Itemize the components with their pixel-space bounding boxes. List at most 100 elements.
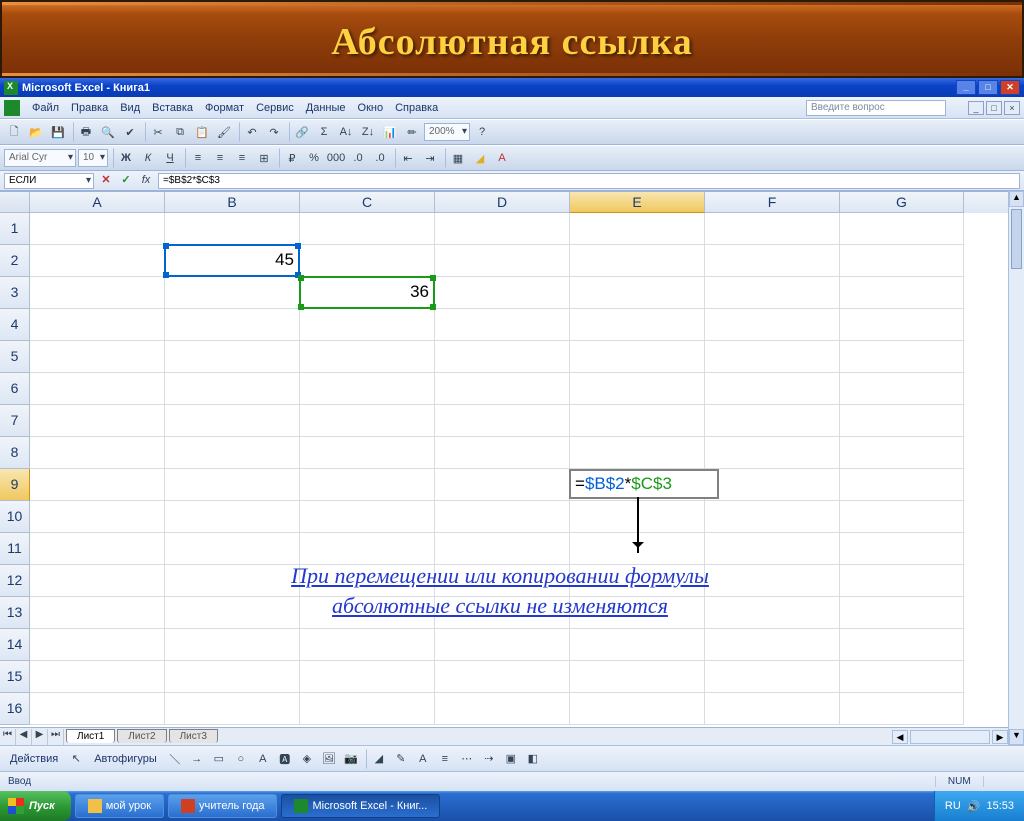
cell[interactable] [435, 245, 570, 277]
cell[interactable] [705, 213, 840, 245]
cell[interactable] [435, 501, 570, 533]
cell[interactable] [570, 437, 705, 469]
picture-icon[interactable]: 📷 [341, 749, 361, 769]
cell[interactable] [300, 309, 435, 341]
cell[interactable] [300, 405, 435, 437]
dec-indent-icon[interactable]: ⇤ [398, 148, 418, 168]
pointer-icon[interactable]: ↖ [66, 749, 86, 769]
child-close-icon[interactable]: × [1004, 101, 1020, 115]
cell[interactable] [30, 341, 165, 373]
tray-volume-icon[interactable]: 🔊 [967, 800, 981, 813]
cell[interactable]: 36 [300, 277, 435, 309]
row-header[interactable]: 10 [0, 501, 30, 533]
cell[interactable] [165, 373, 300, 405]
dash-style-icon[interactable]: ⋯ [457, 749, 477, 769]
dec-decimal-icon[interactable]: .0 [370, 148, 390, 168]
cell[interactable] [30, 277, 165, 309]
help-icon[interactable]: ? [472, 122, 492, 142]
new-icon[interactable]: 🗋 [4, 122, 24, 142]
chart-icon[interactable]: 📊 [380, 122, 400, 142]
zoom-select[interactable]: 200% [424, 123, 470, 141]
paste-icon[interactable]: 📋 [192, 122, 212, 142]
cell[interactable] [570, 373, 705, 405]
cell[interactable] [165, 437, 300, 469]
cell[interactable] [705, 245, 840, 277]
cell[interactable] [30, 213, 165, 245]
tabnav-next-icon[interactable]: ▶ [32, 729, 48, 745]
shadow-icon[interactable]: ▣ [501, 749, 521, 769]
sort-desc-icon[interactable]: Z↓ [358, 122, 378, 142]
cell[interactable] [30, 629, 165, 661]
child-restore-icon[interactable]: □ [986, 101, 1002, 115]
cell[interactable] [30, 693, 165, 725]
cell[interactable] [570, 341, 705, 373]
cell[interactable] [840, 501, 964, 533]
bold-icon[interactable]: Ж [116, 148, 136, 168]
row-header[interactable]: 15 [0, 661, 30, 693]
fill-color-icon[interactable]: ◢ [470, 148, 490, 168]
borders-icon[interactable]: ▦ [448, 148, 468, 168]
cell[interactable] [705, 437, 840, 469]
cell[interactable]: 45 [165, 245, 300, 277]
cell[interactable] [165, 213, 300, 245]
taskbar-item-ppt[interactable]: учитель года [168, 794, 277, 818]
cell[interactable] [840, 341, 964, 373]
close-button[interactable]: ✕ [1000, 80, 1020, 95]
3d-icon[interactable]: ◧ [523, 749, 543, 769]
cell[interactable] [840, 245, 964, 277]
select-all-corner[interactable] [0, 192, 30, 213]
align-right-icon[interactable]: ≡ [232, 148, 252, 168]
cell[interactable] [435, 661, 570, 693]
autosum-icon[interactable]: Σ [314, 122, 334, 142]
cell[interactable] [165, 469, 300, 501]
editing-cell[interactable]: =$B$2*$C$3 [569, 469, 719, 499]
row-header[interactable]: 12 [0, 565, 30, 597]
clipart-icon[interactable]: 🖼 [319, 749, 339, 769]
merge-icon[interactable]: ⊞ [254, 148, 274, 168]
cell[interactable] [570, 309, 705, 341]
row-header[interactable]: 8 [0, 437, 30, 469]
textbox-icon[interactable]: A [253, 749, 273, 769]
cell[interactable] [435, 373, 570, 405]
wordart-icon[interactable]: 🅰 [275, 749, 295, 769]
row-header[interactable]: 14 [0, 629, 30, 661]
cell[interactable] [840, 373, 964, 405]
cell[interactable] [165, 693, 300, 725]
cell[interactable] [570, 245, 705, 277]
cell[interactable] [705, 661, 840, 693]
fx-icon[interactable]: fx [138, 173, 154, 189]
scroll-thumb[interactable] [1011, 209, 1022, 269]
italic-icon[interactable]: К [138, 148, 158, 168]
cell[interactable] [435, 629, 570, 661]
cell[interactable] [30, 501, 165, 533]
cell[interactable] [570, 629, 705, 661]
cell[interactable] [300, 245, 435, 277]
currency-icon[interactable]: ₽ [282, 148, 302, 168]
cell[interactable] [705, 277, 840, 309]
menu-file[interactable]: Файл [26, 100, 65, 116]
cell[interactable] [300, 629, 435, 661]
hscroll-thumb[interactable] [910, 730, 990, 744]
sheet-tab-1[interactable]: Лист1 [66, 729, 115, 743]
font-color-icon[interactable]: A [492, 148, 512, 168]
cell[interactable] [300, 213, 435, 245]
cell[interactable] [705, 309, 840, 341]
cell[interactable] [435, 437, 570, 469]
cell[interactable] [165, 629, 300, 661]
cell[interactable] [30, 245, 165, 277]
font-name-select[interactable]: Arial Cyr [4, 149, 76, 167]
cancel-formula-icon[interactable]: ✕ [98, 173, 114, 189]
cell[interactable] [300, 693, 435, 725]
maximize-button[interactable]: □ [978, 80, 998, 95]
sort-asc-icon[interactable]: A↓ [336, 122, 356, 142]
preview-icon[interactable]: 🔍 [98, 122, 118, 142]
format-painter-icon[interactable]: 🖌 [214, 122, 234, 142]
tray-lang[interactable]: RU [945, 800, 961, 812]
column-header[interactable]: C [300, 192, 435, 213]
rect-icon[interactable]: ▭ [209, 749, 229, 769]
cell[interactable] [705, 469, 840, 501]
arrow-shape-icon[interactable]: → [187, 749, 207, 769]
row-header[interactable]: 5 [0, 341, 30, 373]
system-tray[interactable]: RU 🔊 15:53 [934, 791, 1024, 821]
cell[interactable] [165, 341, 300, 373]
